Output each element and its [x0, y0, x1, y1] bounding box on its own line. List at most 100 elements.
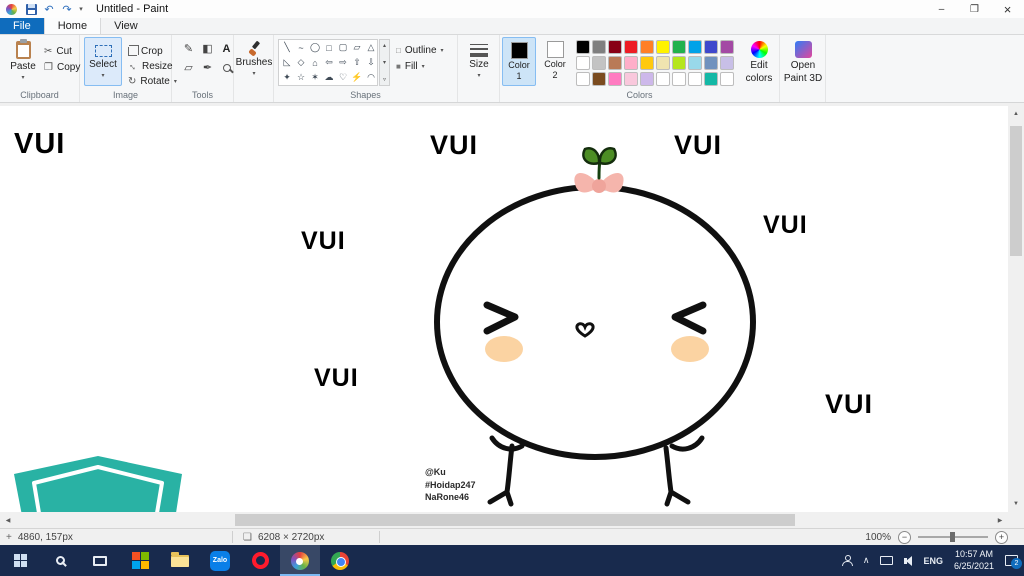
edit-colors-button[interactable]: Edit colors	[740, 37, 778, 86]
shape-icon[interactable]: ◇	[294, 55, 308, 70]
shape-icon[interactable]: ✦	[280, 70, 294, 85]
open-paint3d-button[interactable]: Open Paint 3D	[783, 37, 823, 86]
gallery-more-button[interactable]: ▿	[383, 76, 386, 83]
shape-icon[interactable]: ⚡	[350, 70, 364, 85]
paint-canvas[interactable]: VUI VUI VUI VUI VUI VUI VUI @Ku #Hoidap2…	[0, 106, 1008, 512]
palette-swatch[interactable]	[624, 72, 638, 86]
taskbar-app-grid[interactable]	[120, 545, 160, 576]
tab-home[interactable]: Home	[43, 18, 102, 34]
shape-icon[interactable]: ⌂	[308, 55, 322, 70]
gallery-down-button[interactable]: ▾	[383, 59, 386, 66]
taskbar-zalo[interactable]: Zalo	[200, 545, 240, 576]
taskbar-search-button[interactable]	[40, 545, 80, 576]
people-icon[interactable]	[841, 555, 853, 566]
palette-swatch[interactable]	[704, 72, 718, 86]
palette-swatch[interactable]	[688, 72, 702, 86]
rotate-button[interactable]: ↻ Rotate ▾	[128, 74, 177, 88]
horizontal-scrollbar-thumb[interactable]	[235, 514, 795, 526]
palette-swatch[interactable]	[592, 56, 606, 70]
select-button[interactable]: Select ▾	[84, 37, 122, 86]
palette-swatch[interactable]	[608, 72, 622, 86]
tab-file[interactable]: File	[0, 18, 44, 34]
crop-button[interactable]: Crop	[128, 44, 163, 58]
gallery-up-button[interactable]: ▴	[383, 42, 386, 49]
brushes-button[interactable]: Brushes ▾	[236, 37, 273, 86]
restore-button[interactable]: ❐	[958, 0, 991, 18]
save-button[interactable]	[22, 0, 40, 18]
palette-swatch[interactable]	[672, 72, 686, 86]
undo-button[interactable]: ↶	[40, 0, 58, 18]
scroll-up-button[interactable]: ▲	[1008, 106, 1024, 122]
shape-icon[interactable]: ☁	[322, 70, 336, 85]
shape-icon[interactable]: ⇦	[322, 55, 336, 70]
shape-icon[interactable]: ╲	[280, 40, 294, 55]
color1-button[interactable]: Color 1	[502, 37, 536, 86]
color2-button[interactable]: Color 2	[538, 37, 572, 86]
action-center-button[interactable]: 2	[1005, 555, 1022, 569]
palette-swatch[interactable]	[592, 40, 606, 54]
palette-swatch[interactable]	[704, 40, 718, 54]
scroll-down-button[interactable]: ▼	[1008, 496, 1024, 512]
horizontal-scrollbar[interactable]: ◀ ▶	[0, 512, 1008, 528]
taskbar-paint-active[interactable]	[280, 545, 320, 576]
palette-swatch[interactable]	[576, 72, 590, 86]
palette-swatch[interactable]	[624, 40, 638, 54]
volume-icon[interactable]	[904, 555, 913, 566]
palette-swatch[interactable]	[720, 40, 734, 54]
display-icon[interactable]	[880, 556, 894, 565]
palette-swatch[interactable]	[672, 56, 686, 70]
vertical-scrollbar-thumb[interactable]	[1010, 126, 1022, 256]
palette-swatch[interactable]	[608, 40, 622, 54]
shape-icon[interactable]: ◺	[280, 55, 294, 70]
hidden-icons-button[interactable]: ∧	[863, 555, 870, 566]
palette-swatch[interactable]	[640, 56, 654, 70]
qat-customize-button[interactable]: ▾	[76, 0, 86, 18]
taskbar-chrome[interactable]	[320, 545, 360, 576]
eraser-tool[interactable]: ▱	[180, 59, 197, 76]
shape-icon[interactable]: △	[364, 40, 378, 55]
scroll-right-button[interactable]: ▶	[992, 512, 1008, 528]
magnifier-tool[interactable]	[218, 59, 235, 76]
fill-tool[interactable]: ◧	[199, 40, 216, 57]
shape-icon[interactable]: ♡	[336, 70, 350, 85]
scroll-left-button[interactable]: ◀	[0, 512, 16, 528]
palette-swatch[interactable]	[656, 56, 670, 70]
task-view-button[interactable]	[80, 545, 120, 576]
palette-swatch[interactable]	[624, 56, 638, 70]
taskbar-opera[interactable]	[240, 545, 280, 576]
cut-button[interactable]: ✂ Cut	[44, 44, 72, 58]
vertical-scrollbar[interactable]: ▲ ▼	[1008, 106, 1024, 512]
pencil-tool[interactable]: ✎	[180, 40, 197, 57]
palette-swatch[interactable]	[656, 40, 670, 54]
palette-swatch[interactable]	[720, 56, 734, 70]
resize-button[interactable]: ↔ Resize	[126, 59, 173, 74]
palette-swatch[interactable]	[656, 72, 670, 86]
taskbar-clock[interactable]: 10:57 AM 6/25/2021	[954, 549, 994, 572]
shape-icon[interactable]: ⇨	[336, 55, 350, 70]
palette-swatch[interactable]	[672, 40, 686, 54]
shape-icon[interactable]: ◠	[364, 70, 378, 85]
close-button[interactable]: ×	[991, 0, 1024, 18]
color-picker-tool[interactable]: ✒	[199, 59, 216, 76]
taskbar-file-explorer[interactable]	[160, 545, 200, 576]
shape-icon[interactable]: ⇧	[350, 55, 364, 70]
palette-swatch[interactable]	[688, 56, 702, 70]
palette-swatch[interactable]	[720, 72, 734, 86]
palette-swatch[interactable]	[592, 72, 606, 86]
palette-swatch[interactable]	[640, 40, 654, 54]
paste-button[interactable]: Paste ▾	[6, 37, 40, 86]
language-indicator[interactable]: ENG	[923, 556, 943, 566]
shape-icon[interactable]: ▢	[336, 40, 350, 55]
shape-icon[interactable]: ▱	[350, 40, 364, 55]
zoom-slider[interactable]	[918, 532, 988, 542]
minimize-button[interactable]: –	[925, 0, 958, 18]
palette-swatch[interactable]	[576, 40, 590, 54]
size-button[interactable]: Size ▾	[461, 37, 497, 86]
redo-button[interactable]: ↷	[58, 0, 76, 18]
zoom-out-button[interactable]: −	[898, 530, 911, 544]
palette-swatch[interactable]	[704, 56, 718, 70]
start-button[interactable]	[0, 545, 40, 576]
palette-swatch[interactable]	[608, 56, 622, 70]
copy-button[interactable]: ❐ Copy	[44, 60, 80, 74]
palette-swatch[interactable]	[576, 56, 590, 70]
